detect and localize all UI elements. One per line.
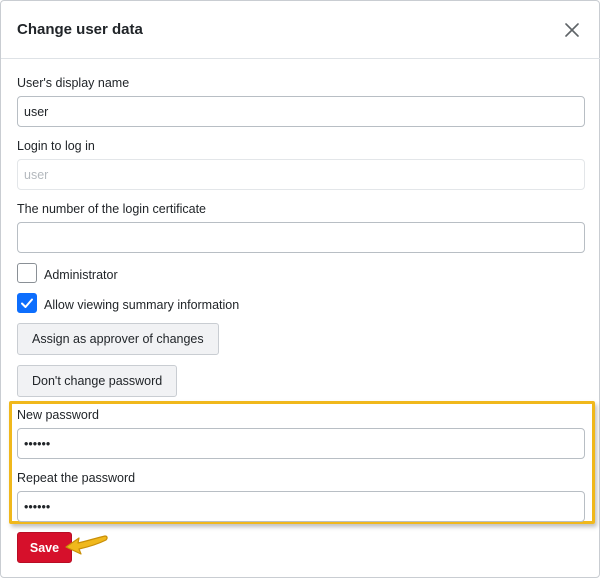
certificate-input[interactable] [17,222,585,253]
summary-checkbox[interactable] [17,293,37,313]
dialog-title: Change user data [17,21,143,38]
assign-approver-button[interactable]: Assign as approver of changes [17,323,219,355]
repeat-password-input[interactable] [17,491,585,522]
pointing-arrow-icon [65,535,108,555]
display-name-label: User's display name [17,76,130,90]
login-label: Login to log in [17,139,95,153]
change-user-dialog: Change user data User's display name Log… [0,0,600,578]
dialog-header: Change user data [1,1,600,59]
summary-label: Allow viewing summary information [44,298,240,312]
close-icon[interactable] [561,19,583,41]
new-password-label: New password [17,408,99,422]
dont-change-password-button[interactable]: Don't change password [17,365,178,397]
login-input [17,159,585,190]
new-password-input[interactable] [17,428,585,459]
certificate-label: The number of the login certificate [17,202,206,216]
repeat-password-label: Repeat the password [17,471,136,485]
checkmark-icon [21,298,33,308]
administrator-label: Administrator [44,268,118,282]
administrator-checkbox[interactable] [17,263,37,283]
display-name-input[interactable] [17,96,585,127]
